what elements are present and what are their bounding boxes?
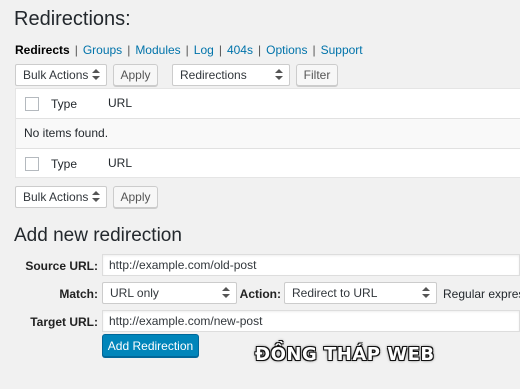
- select-all-checkbox-footer[interactable]: [25, 157, 39, 171]
- target-url-input[interactable]: http://example.com/new-post: [102, 310, 520, 332]
- subnav-modules[interactable]: Modules: [135, 43, 180, 57]
- select-arrows-icon: [275, 68, 283, 82]
- apply-button-bottom[interactable]: Apply: [113, 186, 158, 208]
- action-value: Redirect to URL: [292, 286, 378, 300]
- target-url-label: Target URL:: [30, 315, 98, 329]
- action-select[interactable]: Redirect to URL: [284, 282, 437, 304]
- subnav-separator: |: [257, 43, 262, 57]
- table-header-row: Type URL: [16, 89, 520, 118]
- action-label: Action:: [239, 287, 281, 301]
- watermark-text: ĐỒNG THÁP WEB: [255, 344, 435, 365]
- select-arrows-icon: [92, 190, 100, 204]
- source-url-input[interactable]: http://example.com/old-post: [102, 254, 520, 276]
- subnav-options[interactable]: Options: [266, 43, 307, 57]
- filter-button[interactable]: Filter: [296, 64, 338, 86]
- table-row: No items found.: [16, 119, 520, 148]
- empty-message: No items found.: [24, 126, 109, 140]
- add-redirection-heading: Add new redirection: [14, 225, 182, 246]
- filter-group-select[interactable]: Redirections: [172, 64, 290, 86]
- column-url-header[interactable]: URL: [108, 96, 132, 110]
- filter-group-value: Redirections: [180, 68, 247, 82]
- source-url-label: Source URL:: [25, 259, 98, 273]
- bulk-actions-select-top[interactable]: Bulk Actions: [15, 64, 107, 86]
- select-arrows-icon: [222, 286, 230, 300]
- subnav-separator: |: [312, 43, 316, 57]
- match-label: Match:: [59, 287, 98, 301]
- bulk-actions-value: Bulk Actions: [23, 190, 89, 204]
- apply-button-top[interactable]: Apply: [113, 64, 158, 86]
- regex-label[interactable]: Regular express: [443, 287, 520, 301]
- column-type-header[interactable]: Type: [51, 97, 77, 111]
- subnav: Redirects | Groups | Modules | Log | 404s | Option…: [15, 43, 363, 57]
- subnav-separator: |: [127, 43, 131, 57]
- match-value: URL only: [110, 286, 159, 300]
- column-type-footer[interactable]: Type: [51, 157, 77, 171]
- subnav-groups[interactable]: Groups: [83, 43, 122, 57]
- subnav-404s[interactable]: 404s: [227, 43, 253, 57]
- bulk-actions-value: Bulk Actions: [23, 68, 89, 82]
- subnav-separator: |: [74, 43, 78, 57]
- match-select[interactable]: URL only: [102, 282, 237, 304]
- page-title: Redirections:: [14, 8, 131, 30]
- add-redirection-button[interactable]: Add Redirection: [102, 334, 199, 357]
- subnav-redirects[interactable]: Redirects: [15, 43, 70, 57]
- select-arrows-icon: [92, 68, 100, 82]
- subnav-log[interactable]: Log: [194, 43, 214, 57]
- subnav-separator: |: [218, 43, 222, 57]
- subnav-support[interactable]: Support: [321, 43, 363, 57]
- table-footer-row: Type URL: [16, 149, 520, 178]
- bulk-actions-select-bottom[interactable]: Bulk Actions: [15, 186, 107, 208]
- subnav-separator: |: [185, 43, 189, 57]
- column-url-footer[interactable]: URL: [108, 156, 132, 170]
- select-all-checkbox[interactable]: [25, 97, 39, 111]
- redirects-table: Type URL No items found. Type URL: [15, 88, 520, 178]
- select-arrows-icon: [422, 286, 430, 300]
